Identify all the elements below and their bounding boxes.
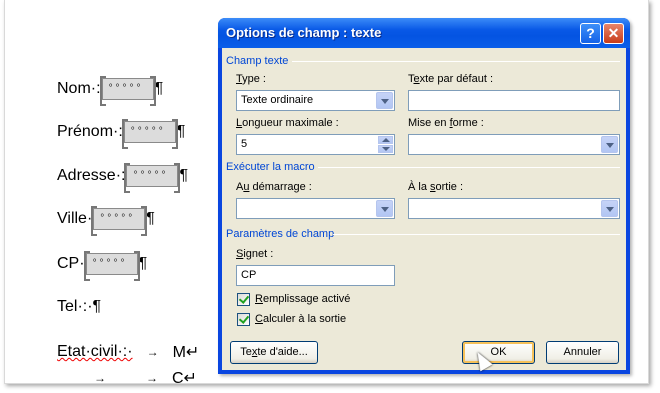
tab-mark: → bbox=[146, 371, 158, 385]
calculer-checkbox[interactable] bbox=[237, 313, 250, 326]
pilcrow: ¶ bbox=[138, 255, 148, 272]
doc-label: Tel·:·¶ bbox=[57, 298, 102, 315]
remplissage-label[interactable]: Remplissage activé bbox=[255, 293, 350, 305]
group-executer-macro: Exécuter la macro bbox=[226, 161, 315, 173]
annuler-button[interactable]: Annuler bbox=[546, 341, 619, 364]
doc-label: Nom·: bbox=[57, 80, 101, 97]
a-la-sortie-select[interactable] bbox=[408, 198, 620, 219]
pilcrow: ¶ bbox=[176, 123, 186, 140]
chevron-down-icon[interactable] bbox=[601, 136, 618, 153]
form-field[interactable]: °°°°° bbox=[124, 163, 181, 193]
texte-aide-button[interactable]: Texte d'aide... bbox=[230, 341, 318, 364]
doc-line-nom: Nom·: °°°°° ¶ bbox=[57, 76, 164, 106]
type-select[interactable]: Texte ordinaire bbox=[236, 90, 395, 111]
longueur-spinner[interactable]: 5 bbox=[236, 134, 395, 155]
tab-mark: → bbox=[146, 345, 159, 359]
texte-defaut-input[interactable] bbox=[408, 90, 620, 111]
close-icon[interactable]: ✕ bbox=[603, 23, 624, 44]
chevron-down-icon[interactable] bbox=[601, 200, 618, 217]
doc-line-ville: Ville· °°°°° ¶ bbox=[57, 206, 155, 236]
dialog-body: Champ texte Type : Texte ordinaire Texte… bbox=[222, 48, 626, 370]
divider bbox=[333, 234, 620, 235]
doc-line-prenom: Prénom·: °°°°° ¶ bbox=[57, 119, 186, 149]
doc-line-tel: Tel·:·¶ bbox=[57, 298, 101, 316]
field-options-dialog: Options de champ : texte ? ✕ Champ texte… bbox=[218, 18, 630, 374]
doc-line-cp: CP· °°°°° ¶ bbox=[57, 251, 148, 281]
signet-label: Signet : bbox=[236, 248, 274, 260]
a-la-sortie-label: À la sortie : bbox=[408, 181, 464, 193]
divider bbox=[292, 61, 620, 62]
form-field[interactable]: °°°°° bbox=[83, 251, 140, 281]
divider bbox=[318, 167, 620, 168]
mise-en-forme-select[interactable] bbox=[408, 134, 620, 155]
doc-label: CP· bbox=[57, 255, 85, 272]
calculer-label[interactable]: Calculer à la sortie bbox=[255, 313, 346, 325]
chevron-down-icon[interactable] bbox=[376, 92, 393, 109]
doc-line-etat-civil: Etat·civil·:· → M↵ bbox=[57, 342, 199, 362]
tab-mark: → bbox=[94, 371, 106, 385]
pilcrow: ¶ bbox=[179, 167, 189, 184]
doc-text: C↵ bbox=[172, 370, 197, 387]
doc-text: M↵ bbox=[172, 344, 200, 361]
group-champ-texte: Champ texte bbox=[226, 55, 289, 67]
spinner-arrows-icon[interactable] bbox=[378, 136, 393, 153]
doc-label: Adresse·: bbox=[57, 167, 126, 184]
chevron-down-icon[interactable] bbox=[376, 200, 393, 217]
pilcrow: ¶ bbox=[154, 80, 164, 97]
ok-button[interactable]: OK bbox=[462, 341, 535, 364]
form-field[interactable]: °°°°° bbox=[121, 119, 178, 149]
texte-defaut-label: Texte par défaut : bbox=[408, 73, 494, 85]
doc-label: Ville· bbox=[57, 210, 93, 227]
form-field[interactable]: °°°°° bbox=[91, 206, 148, 236]
remplissage-checkbox[interactable] bbox=[237, 293, 250, 306]
doc-label: Etat·civil·:· bbox=[57, 343, 133, 360]
doc-label: Prénom·: bbox=[57, 123, 123, 140]
longueur-label: Longueur maximale : bbox=[236, 117, 339, 129]
au-demarrage-label: Au démarrage : bbox=[236, 181, 312, 193]
group-parametres: Paramètres de champ bbox=[226, 228, 335, 240]
doc-line-adresse: Adresse·: °°°°° ¶ bbox=[57, 163, 189, 193]
pilcrow: ¶ bbox=[146, 210, 155, 227]
form-field[interactable]: °°°°° bbox=[99, 76, 156, 106]
dialog-title: Options de champ : texte bbox=[226, 25, 382, 40]
signet-input[interactable]: CP bbox=[236, 265, 395, 286]
type-label: Type : bbox=[236, 73, 266, 85]
doc-line-continued: → → C↵ bbox=[80, 368, 197, 388]
mise-en-forme-label: Mise en forme : bbox=[408, 117, 484, 129]
au-demarrage-select[interactable] bbox=[236, 198, 395, 219]
dialog-titlebar[interactable]: Options de champ : texte ? ✕ bbox=[218, 18, 630, 48]
help-icon[interactable]: ? bbox=[580, 23, 601, 44]
